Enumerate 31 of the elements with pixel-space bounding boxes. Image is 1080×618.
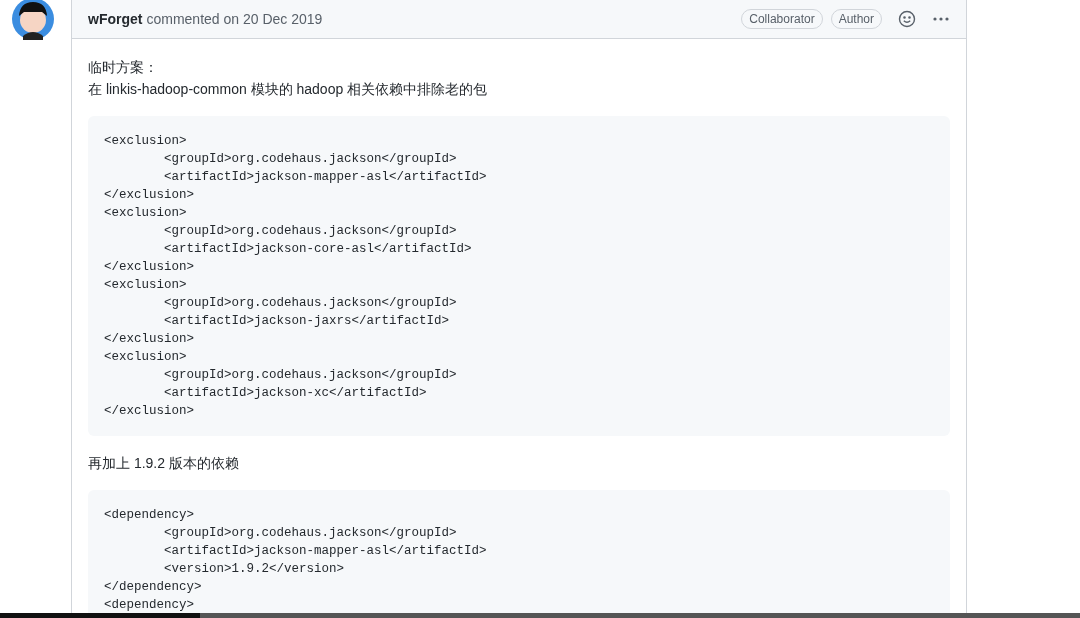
horizontal-scrollbar[interactable] xyxy=(0,613,1080,618)
code-line: <groupId>org.codehaus.jackson</groupId> xyxy=(163,525,457,542)
code-line: </exclusion> xyxy=(104,187,194,204)
code-line: <exclusion> xyxy=(104,133,187,150)
code-line: </exclusion> xyxy=(104,259,194,276)
code-line: </exclusion> xyxy=(104,403,194,420)
code-line: <artifactId>jackson-xc</artifactId> xyxy=(163,385,427,402)
code-line: <dependency> xyxy=(104,597,194,614)
comment-text: 再加上 1.9.2 版本的依赖 xyxy=(88,454,240,473)
code-line: <groupId>org.codehaus.jackson</groupId> xyxy=(163,223,457,240)
code-line: <groupId>org.codehaus.jackson</groupId> xyxy=(163,367,457,384)
code-line: <dependency> xyxy=(104,507,194,524)
code-line: <exclusion> xyxy=(104,205,187,222)
code-line: <version>1.9.2</version> xyxy=(163,561,345,578)
more-options-icon[interactable] xyxy=(932,16,950,22)
avatar xyxy=(12,0,54,40)
code-line: </dependency> xyxy=(104,579,202,596)
comment-text: 在 linkis-hadoop-common 模块的 hadoop 相关依赖中排除老的包 xyxy=(88,80,489,99)
code-line: <artifactId>jackson-core-asl</artifactId> xyxy=(163,241,472,258)
code-line: <groupId>org.codehaus.jackson</groupId> xyxy=(163,151,457,168)
comment-text: 临时方案： xyxy=(88,58,159,77)
code-line: <groupId>org.codehaus.jackson</groupId> xyxy=(163,295,457,312)
code-line: </exclusion> xyxy=(104,331,194,348)
code-line: <exclusion> xyxy=(104,277,187,294)
emoji-icon[interactable] xyxy=(898,10,916,28)
author-name[interactable]: wForget xyxy=(88,8,143,30)
comment-date: commented on 20 Dec 2019 xyxy=(146,9,323,29)
code-line: <artifactId>jackson-jaxrs</artifactId> xyxy=(163,313,450,330)
code-line: <artifactId>jackson-mapper-asl</artifactId> xyxy=(163,543,487,560)
code-line: <artifactId>jackson-mapper-asl</artifactId> xyxy=(163,169,487,186)
code-line: <exclusion> xyxy=(104,349,187,366)
